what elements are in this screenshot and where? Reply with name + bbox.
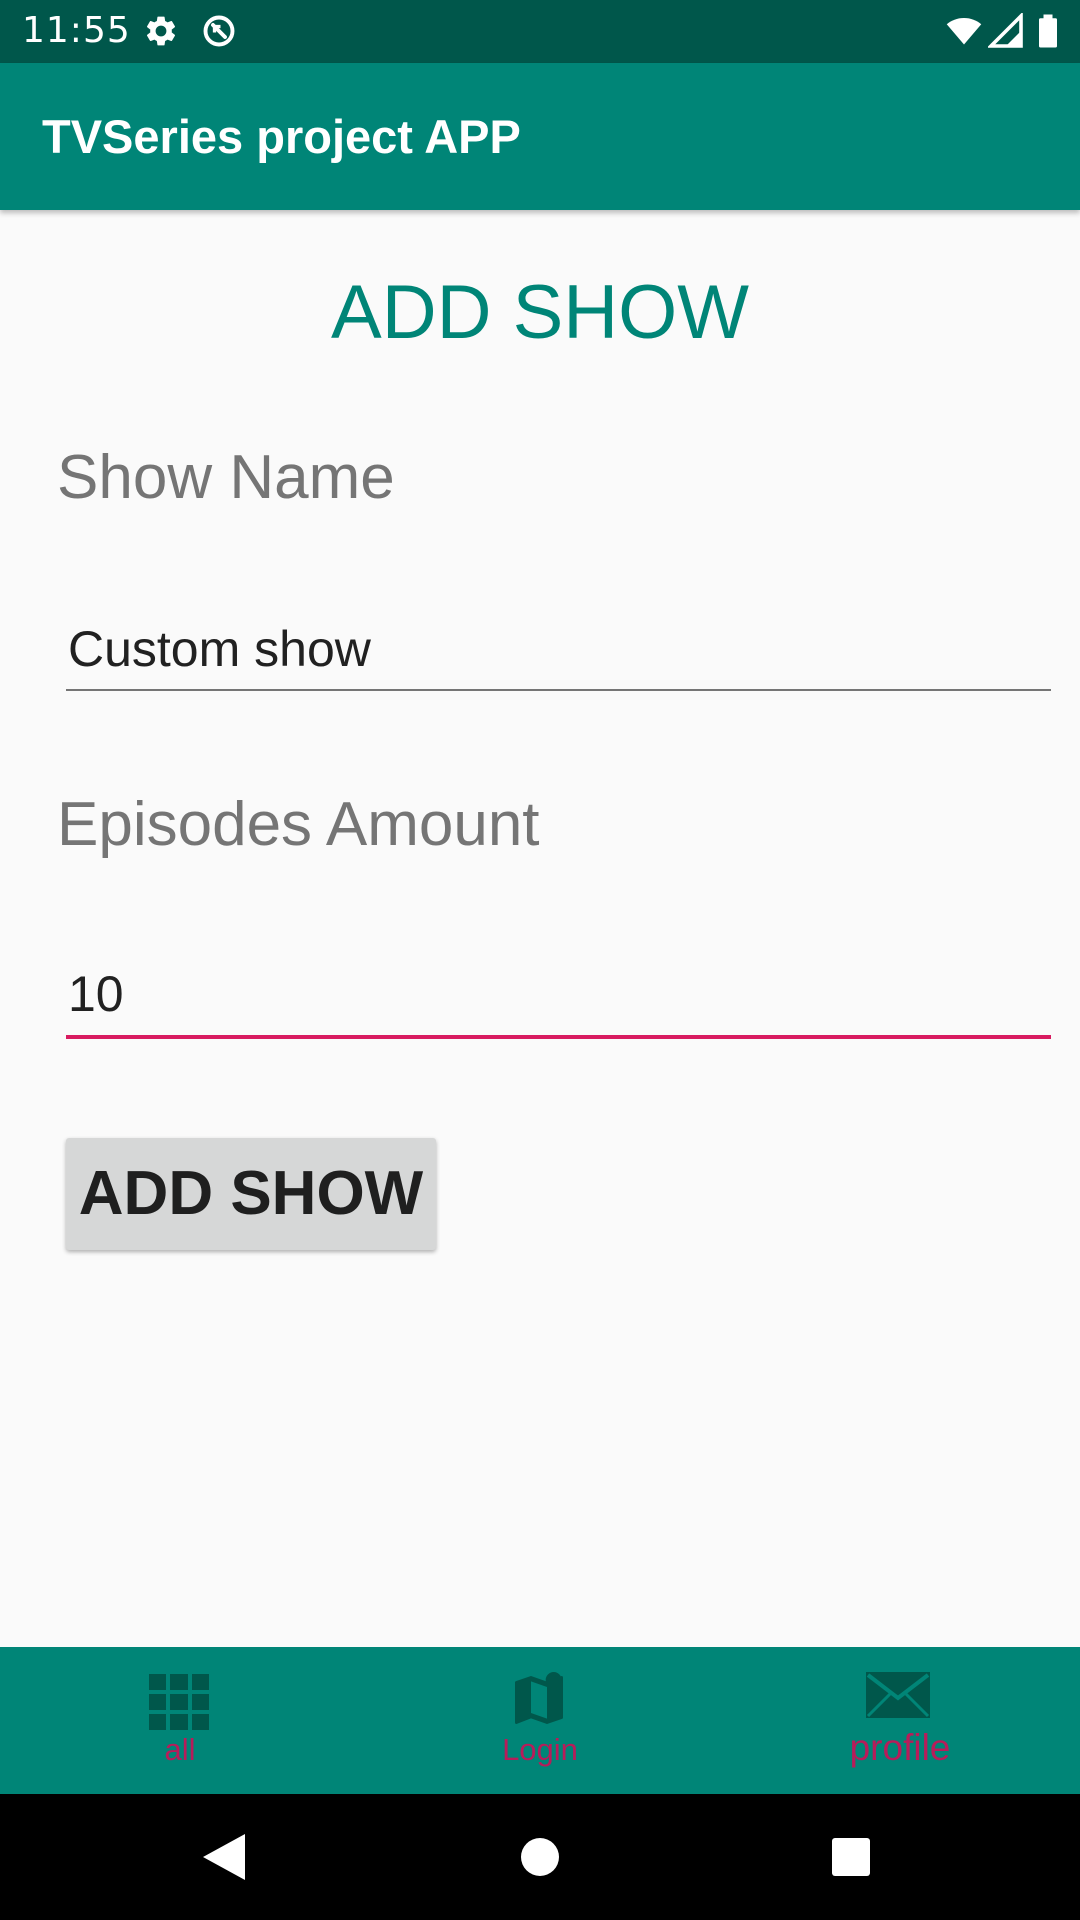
show-name-underline: [66, 689, 1051, 691]
wifi-icon: [946, 17, 982, 45]
show-name-input[interactable]: [66, 610, 1051, 688]
nav-item-login[interactable]: Login: [360, 1647, 720, 1794]
nav-item-all[interactable]: all: [0, 1647, 360, 1794]
status-time: 11:55: [22, 10, 131, 51]
battery-icon: [1039, 14, 1057, 48]
status-bar: 11:55: [0, 0, 1080, 63]
back-icon[interactable]: [203, 1834, 245, 1880]
map-icon: [515, 1672, 563, 1724]
nav-label-all: all: [164, 1732, 196, 1767]
app-title: TVSeries project APP: [42, 110, 521, 163]
settings-icon: [146, 16, 176, 46]
nav-label-login: Login: [502, 1732, 578, 1767]
episodes-amount-underline: [66, 1035, 1051, 1039]
recents-icon[interactable]: [832, 1838, 870, 1876]
signal-icon: [988, 13, 1023, 48]
page-title: ADD SHOW: [331, 270, 749, 355]
nav-item-profile[interactable]: profile: [720, 1647, 1080, 1794]
show-name-label: Show Name: [57, 443, 395, 512]
mail-icon: [866, 1672, 930, 1718]
system-navigation-bar: [0, 1794, 1080, 1920]
episodes-amount-label: Episodes Amount: [57, 790, 540, 859]
nav-label-profile: profile: [849, 1727, 951, 1768]
app-bar: TVSeries project APP: [0, 63, 1080, 210]
bottom-navigation: all Login profile: [0, 1647, 1080, 1794]
grid-icon: [149, 1674, 209, 1730]
home-icon[interactable]: [521, 1838, 559, 1876]
add-show-button[interactable]: ADD SHOW: [66, 1138, 436, 1250]
sync-icon: [203, 15, 235, 47]
episodes-amount-input[interactable]: [66, 955, 1051, 1033]
